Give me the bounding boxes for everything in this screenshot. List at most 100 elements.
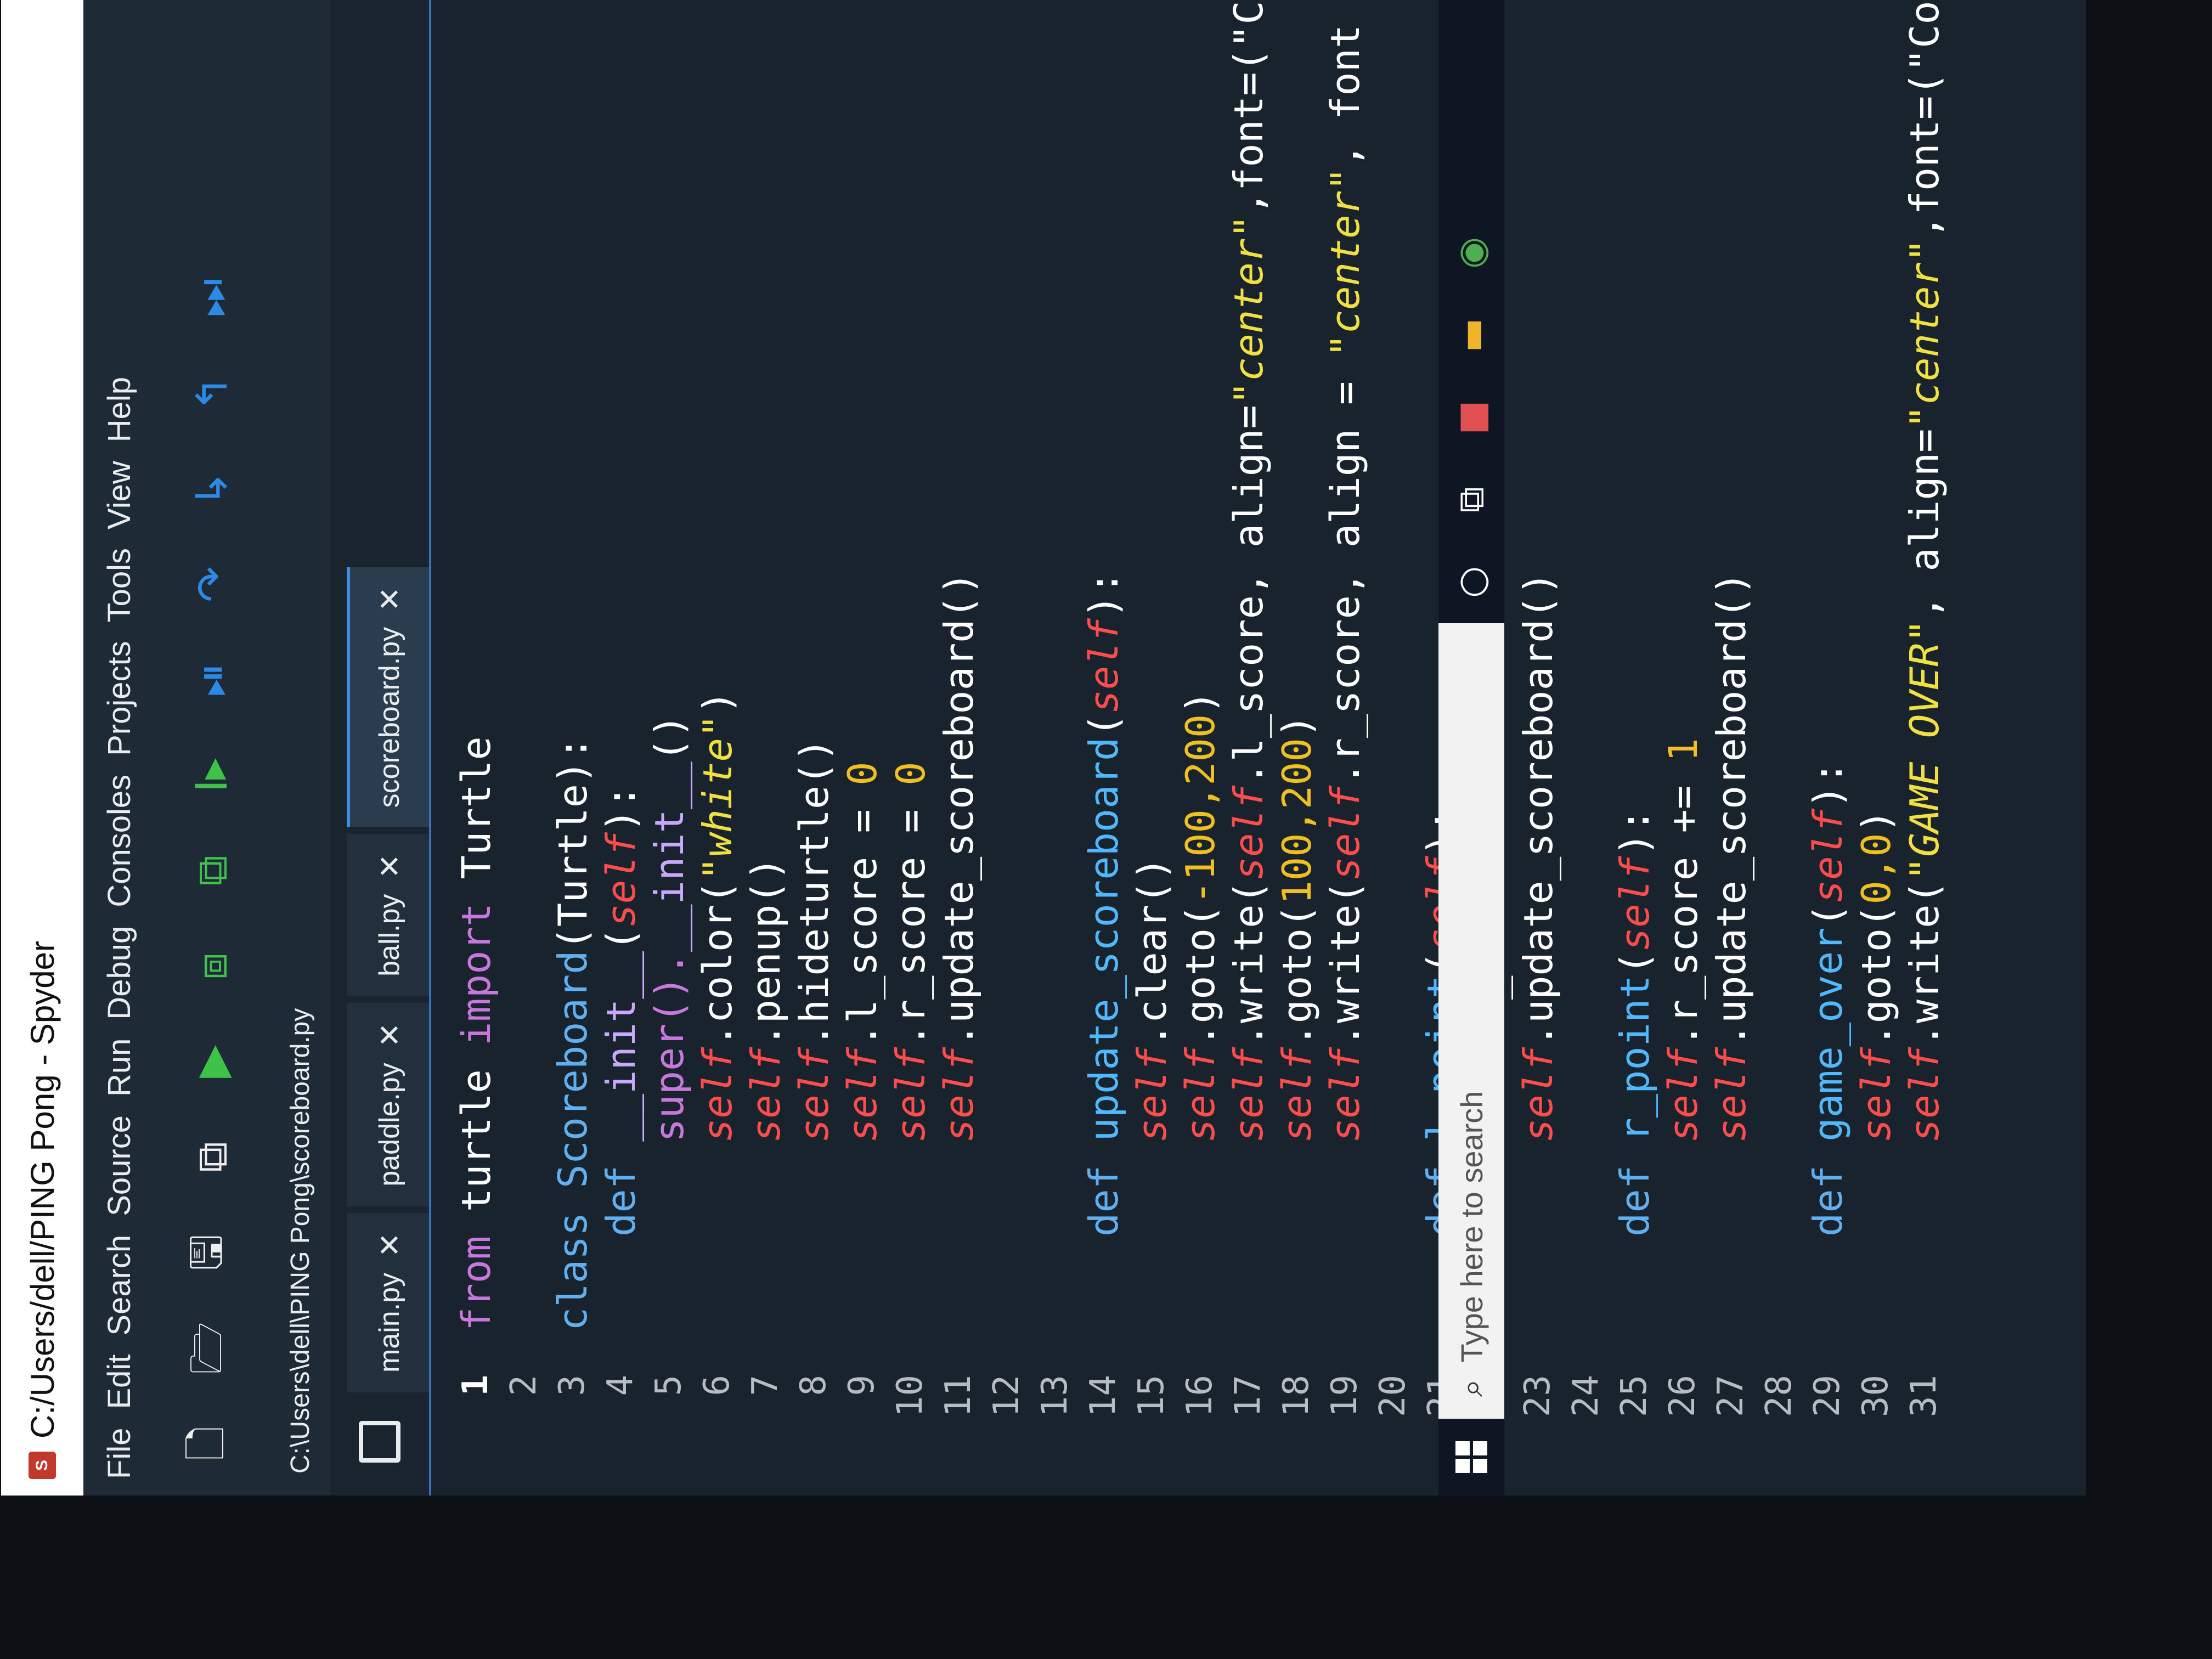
search-icon: ⌕ bbox=[1452, 1379, 1490, 1397]
code-line-5: super().__init__() bbox=[646, 714, 692, 1142]
menu-edit[interactable]: Edit bbox=[101, 1355, 138, 1409]
file-path: C:\Users\dell\PING Pong\scoreboard.py bbox=[285, 1008, 315, 1474]
save-icon[interactable]: 🖫 bbox=[182, 1222, 242, 1283]
code-line-27: self.update_scoreboard() bbox=[1708, 571, 1754, 1142]
code-line-7: self.penup() bbox=[743, 856, 789, 1142]
code-line-26: self.r_score += 1 bbox=[1660, 738, 1706, 1142]
tab-ball-py[interactable]: ball.py ✕ bbox=[347, 834, 429, 996]
line-number: 16 bbox=[1180, 1375, 1220, 1418]
code-line-14: def update_scoreboard(self): bbox=[1081, 571, 1127, 1237]
code-line-25: def r_point(self): bbox=[1612, 808, 1658, 1237]
line-number: 2 bbox=[504, 1375, 544, 1396]
code-line-1: from turtle import Turtle bbox=[453, 736, 499, 1331]
step-icon[interactable]: ↷ bbox=[182, 554, 242, 614]
browse-tabs-icon[interactable] bbox=[359, 1421, 400, 1463]
close-icon[interactable]: ✕ bbox=[373, 587, 407, 612]
menu-source[interactable]: Source bbox=[101, 1115, 138, 1216]
run-cell-advance-icon[interactable]: ⧉ bbox=[182, 840, 242, 901]
line-number: 23 bbox=[1517, 1375, 1558, 1418]
code-line-30: self.goto(0,0) bbox=[1853, 809, 1899, 1142]
tab-label: main.py bbox=[374, 1272, 405, 1373]
open-file-icon[interactable]: 🗁 bbox=[182, 1318, 242, 1378]
close-icon[interactable]: ✕ bbox=[373, 1023, 407, 1047]
line-number: 31 bbox=[1904, 1375, 1944, 1418]
code-line-8: self.hideturtle() bbox=[791, 738, 837, 1142]
run-icon[interactable]: ▶ bbox=[182, 1031, 242, 1092]
line-number: 15 bbox=[1131, 1375, 1172, 1418]
tab-label: ball.py bbox=[374, 894, 405, 977]
title-bar: S C:/Users/dell/PING Pong - Spyder bbox=[1, 0, 83, 1496]
run-cell-icon[interactable]: ⧈ bbox=[182, 936, 242, 996]
menu-bar: File Edit Search Source Run Debug Consol… bbox=[83, 0, 155, 1496]
tab-scoreboard-py[interactable]: scoreboard.py ✕ bbox=[347, 567, 429, 828]
line-number: 9 bbox=[842, 1375, 882, 1396]
code-line-15: self.clear() bbox=[1129, 856, 1175, 1142]
line-number: 11 bbox=[938, 1375, 979, 1418]
close-icon[interactable]: ✕ bbox=[373, 1233, 407, 1257]
line-number: 5 bbox=[648, 1375, 689, 1396]
menu-projects[interactable]: Projects bbox=[101, 641, 138, 756]
code-line-18: self.goto(100,200) bbox=[1274, 714, 1320, 1142]
code-line-31: self.write("GAME OVER", align="center",f… bbox=[1901, 0, 1948, 1142]
chrome-icon[interactable]: ◉ bbox=[1438, 212, 1504, 294]
line-number: 29 bbox=[1807, 1375, 1848, 1418]
code-line-9: self.l_score = 0 bbox=[839, 761, 885, 1142]
menu-view[interactable]: View bbox=[101, 461, 138, 529]
spyder-icon[interactable]: ■ bbox=[1438, 376, 1504, 459]
windows-start-icon[interactable] bbox=[1438, 1419, 1504, 1496]
code-line-16: self.goto(-100,200) bbox=[1177, 690, 1223, 1142]
line-number: 10 bbox=[890, 1375, 930, 1418]
line-number: 27 bbox=[1711, 1375, 1751, 1418]
menu-search[interactable]: Search bbox=[101, 1235, 138, 1336]
menu-consoles[interactable]: Consoles bbox=[101, 775, 138, 907]
code-line-6: self.color("white") bbox=[695, 690, 741, 1142]
code-line-23: self.update_scoreboard() bbox=[1515, 571, 1561, 1142]
line-number: 3 bbox=[552, 1375, 592, 1396]
path-bar: C:\Users\dell\PING Pong\scoreboard.py bbox=[270, 0, 330, 1496]
line-number: 4 bbox=[600, 1375, 641, 1396]
menu-debug[interactable]: Debug bbox=[101, 926, 138, 1020]
menu-tools[interactable]: Tools bbox=[101, 548, 138, 622]
line-number: 14 bbox=[1083, 1375, 1124, 1418]
file-explorer-icon[interactable]: ▬ bbox=[1438, 294, 1504, 376]
line-number: 20 bbox=[1373, 1375, 1413, 1418]
debug-icon[interactable]: ⏯ bbox=[182, 650, 242, 710]
search-placeholder: Type here to search bbox=[1454, 1091, 1489, 1363]
run-selection-icon[interactable]: I▸ bbox=[182, 745, 242, 805]
code-line-10: self.r_score = 0 bbox=[888, 761, 934, 1142]
code-area[interactable]: from turtle import Turtle class Scoreboa… bbox=[431, 0, 1948, 1331]
line-number: 8 bbox=[793, 1375, 834, 1396]
new-file-icon[interactable]: 🗋 bbox=[182, 1413, 242, 1474]
code-editor[interactable]: 1234567891011121314151617181920212223242… bbox=[429, 0, 1948, 1496]
task-view-icon[interactable]: ⧉ bbox=[1438, 459, 1504, 541]
line-number: 13 bbox=[1035, 1375, 1075, 1418]
window-title: C:/Users/dell/PING Pong - Spyder bbox=[24, 940, 61, 1438]
menu-run[interactable]: Run bbox=[101, 1039, 138, 1097]
line-number: 28 bbox=[1759, 1375, 1799, 1418]
code-line-11: self.update_scoreboard() bbox=[936, 571, 982, 1142]
cortana-icon[interactable]: ○ bbox=[1438, 541, 1504, 623]
code-line-19: self.write(self.r_score, align = "center… bbox=[1322, 24, 1368, 1142]
toolbar: 🗋 🗁 🖫 ⧉ ▶ ⧈ ⧉ I▸ ⏯ ↷ ↳ ↰ ⏭ bbox=[155, 0, 270, 1496]
line-number: 26 bbox=[1662, 1375, 1703, 1418]
line-number-gutter: 1234567891011121314151617181920212223242… bbox=[431, 1358, 1944, 1496]
taskbar-search-box[interactable]: ⌕ Type here to search bbox=[1438, 623, 1504, 1419]
code-line-3: class Scoreboard(Turtle): bbox=[550, 736, 596, 1331]
menu-file[interactable]: File bbox=[101, 1428, 138, 1479]
close-icon[interactable]: ✕ bbox=[373, 854, 407, 878]
continue-icon[interactable]: ⏭ bbox=[182, 268, 242, 328]
line-number: 25 bbox=[1614, 1375, 1655, 1418]
line-number: 19 bbox=[1324, 1375, 1365, 1418]
save-all-icon[interactable]: ⧉ bbox=[182, 1127, 242, 1187]
spyder-app-icon: S bbox=[29, 1452, 56, 1479]
line-number: 30 bbox=[1855, 1375, 1896, 1418]
line-number: 7 bbox=[745, 1375, 786, 1396]
step-into-icon[interactable]: ↳ bbox=[182, 459, 242, 519]
windows-taskbar: ⌕ Type here to search ○ ⧉ ■ ▬ ◉ bbox=[1438, 0, 1504, 1496]
menu-help[interactable]: Help bbox=[101, 377, 138, 442]
line-number: 6 bbox=[697, 1375, 737, 1396]
line-number: 1 bbox=[455, 1375, 496, 1396]
step-return-icon[interactable]: ↰ bbox=[182, 363, 242, 424]
tab-main-py[interactable]: main.py ✕ bbox=[347, 1212, 429, 1392]
tab-paddle-py[interactable]: paddle.py ✕ bbox=[347, 1002, 429, 1206]
